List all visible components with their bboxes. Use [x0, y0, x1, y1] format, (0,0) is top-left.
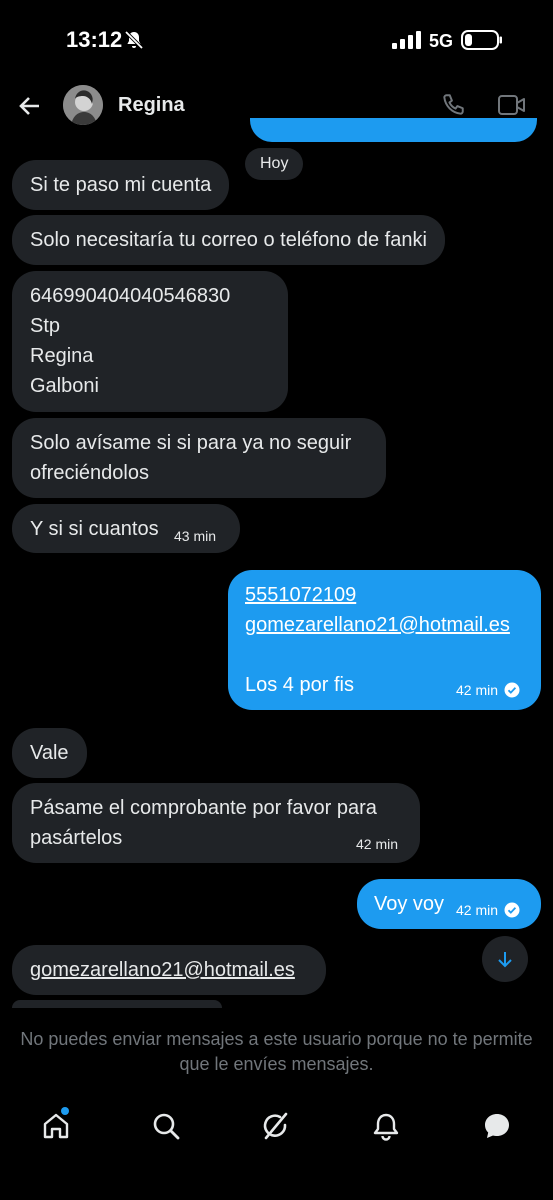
- dm-restricted-notice: No puedes enviar mensajes a este usuario…: [20, 1029, 533, 1074]
- message-timestamp: 42 min: [356, 836, 399, 852]
- message-timestamp: 43 min: [174, 528, 217, 544]
- arrow-down-icon: [498, 952, 512, 968]
- message-bubble-incoming[interactable]: Vale: [12, 728, 87, 778]
- message-bubble-incoming[interactable]: 646990404040546830 Stp Regina Galboni: [12, 271, 288, 412]
- grok-icon[interactable]: [260, 1110, 292, 1142]
- message-text: Solo necesitaría tu correo o teléfono de…: [30, 229, 427, 251]
- message-bubble-incoming[interactable]: Pásame el comprobante por favor para pas…: [12, 783, 420, 863]
- video-icon[interactable]: [498, 94, 526, 116]
- status-bar: 13:12 5G: [0, 0, 553, 82]
- message-bubble-incoming[interactable]: Y si si cuantos 43 min: [12, 504, 240, 553]
- message-text: Galboni: [30, 375, 99, 397]
- bottom-tab-bar: [0, 1100, 553, 1160]
- date-separator: Hoy: [245, 148, 304, 180]
- read-check-icon: [504, 902, 520, 918]
- email-link[interactable]: gomezarellano21@hotmail.es: [30, 959, 295, 981]
- phone-icon[interactable]: [440, 92, 466, 118]
- network-type: 5G: [429, 31, 454, 51]
- message-bubble-incoming[interactable]: gomezarellano21@hotmail.es: [12, 945, 326, 995]
- message-bubble-incoming[interactable]: Solo necesitaría tu correo o teléfono de…: [12, 215, 445, 265]
- message-text: Los 4 por fis: [245, 674, 354, 696]
- avatar[interactable]: [63, 85, 103, 125]
- search-icon[interactable]: [150, 1110, 182, 1142]
- message-text: Regina: [30, 345, 94, 367]
- scroll-to-bottom-button[interactable]: [482, 936, 528, 982]
- battery-icon: [461, 30, 502, 50]
- contact-name[interactable]: Regina: [118, 94, 185, 117]
- message-bubble-incoming[interactable]: [12, 1000, 222, 1008]
- message-bubble-outgoing[interactable]: Voy voy 42 min: [357, 879, 541, 929]
- message-text: Voy voy: [374, 893, 445, 915]
- message-bubble-outgoing[interactable]: 5551072109 gomezarellano21@hotmail.es Lo…: [228, 570, 541, 710]
- message-text: Solo avísame si si para ya no seguir: [30, 432, 352, 454]
- message-text: Pásame el comprobante por favor para: [30, 797, 377, 819]
- message-bubble-incoming[interactable]: Si te paso mi cuenta: [12, 160, 230, 210]
- message-text: ofreciéndolos: [30, 462, 149, 484]
- home-notification-dot: [61, 1107, 69, 1115]
- bell-icon[interactable]: [370, 1110, 402, 1142]
- arrow-left-icon[interactable]: [18, 94, 42, 118]
- status-time: 13:12: [66, 27, 123, 52]
- message-text: Vale: [30, 742, 69, 764]
- message-timestamp: 42 min: [456, 682, 520, 698]
- message-text: 646990404040546830: [30, 285, 231, 307]
- message-text: pasártelos: [30, 827, 123, 849]
- message-text: Stp: [30, 315, 61, 337]
- messages-icon[interactable]: [481, 1110, 513, 1142]
- signal-icon: [392, 31, 421, 49]
- message-text: Y si si cuantos: [30, 518, 159, 540]
- message-bubble-incoming[interactable]: Solo avísame si si para ya no seguir ofr…: [12, 418, 386, 498]
- message-timestamp: 42 min: [456, 902, 520, 918]
- message-text: Si te paso mi cuenta: [30, 174, 212, 196]
- home-icon[interactable]: [40, 1110, 72, 1142]
- email-link[interactable]: gomezarellano21@hotmail.es: [245, 610, 524, 640]
- muted-bell-icon: [124, 30, 144, 50]
- phone-link[interactable]: 5551072109: [245, 580, 524, 610]
- read-check-icon: [504, 682, 520, 698]
- message-bubble-outgoing[interactable]: [250, 118, 537, 142]
